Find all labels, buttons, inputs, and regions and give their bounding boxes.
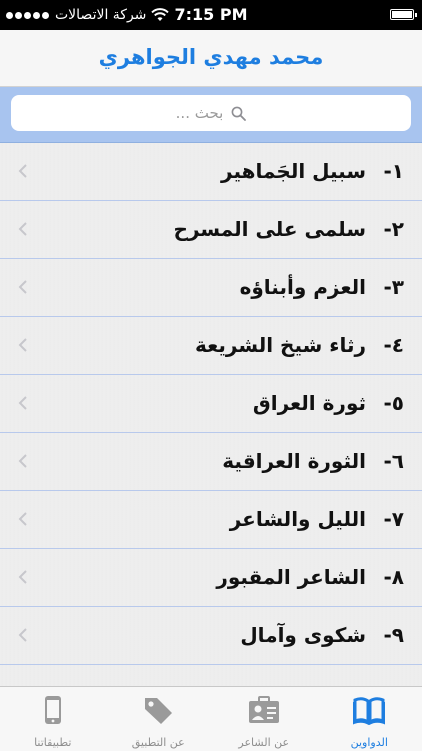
id-card-icon bbox=[247, 695, 281, 725]
chevron-left-icon bbox=[18, 279, 28, 295]
list-item[interactable]: الليل والشاعر ٧- bbox=[0, 491, 422, 549]
list-item-number: ١- bbox=[368, 143, 404, 200]
chevron-left-icon bbox=[18, 163, 28, 179]
status-bar: شركة الاتصالات 7:15 PM bbox=[0, 0, 422, 30]
poem-collection-list: سبيل الجَماهير ١- سلمى على المسرح ٢- الع… bbox=[0, 143, 422, 686]
chevron-left-icon bbox=[18, 221, 28, 237]
tag-icon bbox=[141, 695, 175, 725]
list-item[interactable]: الثورة العراقية ٦- bbox=[0, 433, 422, 491]
search-bar: بحث ... bbox=[0, 87, 422, 143]
list-item-number: ٨- bbox=[368, 549, 404, 606]
list-item-number: ٣- bbox=[368, 259, 404, 316]
tab-about-poet-label: عن الشاعر bbox=[211, 736, 317, 749]
list-item[interactable]: شكوى وآمال ٩- bbox=[0, 607, 422, 665]
list-item-number: ٩- bbox=[368, 607, 404, 664]
list-item[interactable]: الشاعر المقبور ٨- bbox=[0, 549, 422, 607]
chevron-left-icon bbox=[18, 569, 28, 585]
list-item-title: الشاعر المقبور bbox=[216, 549, 366, 606]
tab-books[interactable]: الدواوين bbox=[317, 687, 422, 751]
list-item-number: ٧- bbox=[368, 491, 404, 548]
list-item-number: ٤- bbox=[368, 317, 404, 374]
phone-icon bbox=[36, 695, 70, 725]
battery-icon bbox=[390, 9, 414, 20]
list-item[interactable]: ثورة العراق ٥- bbox=[0, 375, 422, 433]
list-item[interactable]: سبيل الجَماهير ١- bbox=[0, 143, 422, 201]
tab-about-poet[interactable]: عن الشاعر bbox=[211, 687, 317, 751]
list-item-title: ثورة العراق bbox=[253, 375, 366, 432]
chevron-left-icon bbox=[18, 627, 28, 643]
chevron-left-icon bbox=[18, 453, 28, 469]
search-icon bbox=[231, 106, 246, 121]
list-item-number: ٥- bbox=[368, 375, 404, 432]
tab-bar: الدواوين عن الشاعر عن التطبيق تطبيقاتنا bbox=[0, 686, 422, 751]
list-item[interactable]: العزم وأبناؤه ٣- bbox=[0, 259, 422, 317]
navigation-bar: محمد مهدي الجواهري bbox=[0, 30, 422, 87]
list-item-title: شكوى وآمال bbox=[240, 607, 366, 664]
status-time: 7:15 PM bbox=[0, 5, 422, 24]
book-icon bbox=[352, 695, 386, 725]
list-item-title: سلمى على المسرح bbox=[174, 201, 366, 258]
search-input[interactable]: بحث ... bbox=[11, 95, 411, 131]
list-item-number: ٦- bbox=[368, 433, 404, 490]
list-item-title: سبيل الجَماهير bbox=[221, 143, 366, 200]
list-item-number: ١٠- bbox=[368, 665, 404, 686]
chevron-left-icon bbox=[18, 337, 28, 353]
list-item-title: الليل والشاعر bbox=[230, 491, 366, 548]
list-item-title: الثورة العراقية bbox=[222, 433, 366, 490]
tab-about-app-label: عن التطبيق bbox=[106, 736, 212, 749]
list-item-title: رثاء شيخ الشريعة bbox=[195, 317, 366, 374]
list-item-title: العزم وأبناؤه bbox=[240, 259, 366, 316]
list-item-number: ٢- bbox=[368, 201, 404, 258]
list-item[interactable]: رثاء شيخ الشريعة ٤- bbox=[0, 317, 422, 375]
page-title: محمد مهدي الجواهري bbox=[0, 45, 422, 69]
tab-our-apps-label: تطبيقاتنا bbox=[0, 736, 106, 749]
tab-about-app[interactable]: عن التطبيق bbox=[106, 687, 212, 751]
list-item[interactable]: سلمى على المسرح ٢- bbox=[0, 201, 422, 259]
search-placeholder: بحث ... bbox=[176, 104, 224, 122]
list-item[interactable]: ١٠- bbox=[0, 665, 422, 686]
chevron-left-icon bbox=[18, 395, 28, 411]
chevron-left-icon bbox=[18, 511, 28, 527]
tab-our-apps[interactable]: تطبيقاتنا bbox=[0, 687, 106, 751]
tab-books-label: الدواوين bbox=[317, 736, 422, 749]
